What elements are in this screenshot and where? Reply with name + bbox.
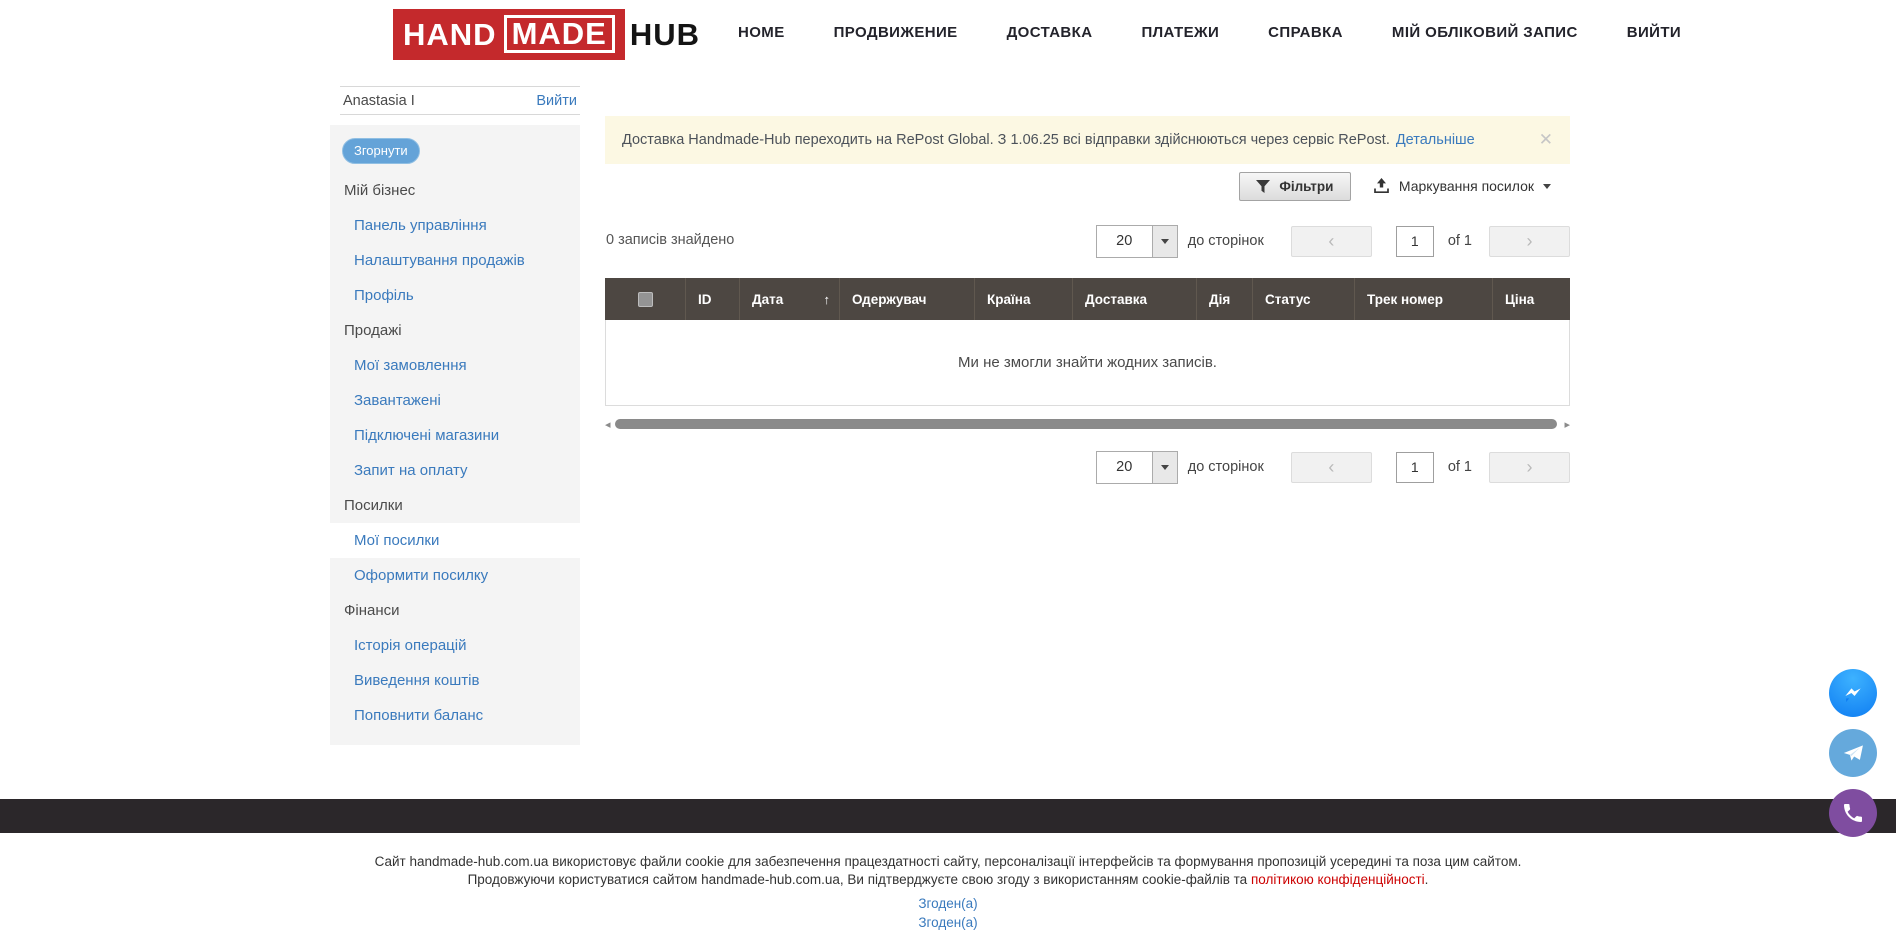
logo-red-box: HANDMADE	[393, 9, 625, 60]
next-page-button[interactable]: ›	[1489, 226, 1570, 257]
parcel-marking-label: Маркування посилок	[1399, 178, 1534, 194]
sidebar-item-top-up-balance[interactable]: Поповнити баланс	[330, 698, 580, 733]
page: HANDMADE HUB HOME ПРОДВИЖЕНИЕ ДОСТАВКА П…	[0, 0, 1896, 937]
page-number-input[interactable]	[1396, 452, 1434, 483]
scroll-right-icon[interactable]: ▸	[1564, 418, 1570, 431]
sidebar-item-payment-request[interactable]: Запит на оплату	[330, 453, 580, 488]
pagination-bottom: 20 до сторінок ‹ of 1 ›	[1096, 450, 1570, 484]
footer-dark-band	[0, 799, 1896, 833]
banner-details-link[interactable]: Детальніше	[1396, 132, 1475, 148]
chevron-down-icon[interactable]	[1152, 452, 1177, 483]
page-number-input[interactable]	[1396, 226, 1434, 257]
column-header-price[interactable]: Ціна	[1492, 278, 1570, 320]
column-header-status[interactable]: Статус	[1252, 278, 1354, 320]
per-page-value: 20	[1097, 452, 1152, 483]
upload-icon	[1373, 178, 1390, 194]
sidebar-section-sales: Продажі	[330, 313, 580, 348]
per-page-value: 20	[1097, 226, 1152, 257]
close-icon[interactable]: ✕	[1539, 130, 1553, 150]
filters-button-label: Фільтри	[1279, 179, 1333, 194]
notification-banner: Доставка Handmade-Hub переходить на RePo…	[605, 116, 1570, 164]
user-row: Anastasia I Вийти	[340, 86, 580, 115]
cookie-text-line2: Продовжуючи користуватися сайтом handmad…	[0, 871, 1896, 889]
agree-link-2[interactable]: Згоден(а)	[0, 914, 1896, 932]
sidebar-item-connected-stores[interactable]: Підключені магазини	[330, 418, 580, 453]
sidebar-section-my-business: Мій бізнес	[330, 173, 580, 208]
sidebar-item-my-orders[interactable]: Мої замовлення	[330, 348, 580, 383]
column-header-date[interactable]: Дата ↑	[739, 278, 839, 320]
sidebar-item-create-parcel[interactable]: Оформити посилку	[330, 558, 580, 593]
records-found-text: 0 записів знайдено	[606, 232, 734, 248]
collapse-sidebar-button[interactable]: Згорнути	[342, 138, 420, 164]
logout-link[interactable]: Вийти	[536, 93, 577, 109]
parcels-table-header: ID Дата ↑ Одержувач Країна Доставка Дія …	[605, 278, 1570, 320]
sidebar-item-sales-settings[interactable]: Налаштування продажів	[330, 243, 580, 278]
sidebar-item-dashboard[interactable]: Панель управління	[330, 208, 580, 243]
per-page-select[interactable]: 20	[1096, 225, 1178, 258]
column-header-track-number[interactable]: Трек номер	[1354, 278, 1492, 320]
sidebar-item-transaction-history[interactable]: Історія операцій	[330, 628, 580, 663]
chevron-down-icon[interactable]	[1152, 226, 1177, 257]
toolbar: Фільтри Маркування посилок	[605, 171, 1570, 201]
user-name: Anastasia I	[343, 93, 415, 109]
logo-hand: HAND	[403, 19, 497, 50]
messenger-button[interactable]	[1829, 669, 1877, 717]
cookie-footer: Сайт handmade-hub.com.ua використовує фа…	[0, 853, 1896, 932]
cookie-line2-suffix: .	[1425, 872, 1429, 887]
column-header-recipient[interactable]: Одержувач	[839, 278, 974, 320]
sidebar: Згорнути Мій бізнес Панель управління На…	[330, 125, 580, 745]
filter-funnel-icon	[1256, 180, 1270, 193]
sidebar-section-parcels: Посилки	[330, 488, 580, 523]
viber-phone-icon	[1841, 801, 1865, 825]
pagination-top: 20 до сторінок ‹ of 1 ›	[1096, 224, 1570, 258]
sidebar-section-finance: Фінанси	[330, 593, 580, 628]
sort-ascending-icon[interactable]: ↑	[824, 292, 831, 307]
next-page-button[interactable]: ›	[1489, 452, 1570, 483]
telegram-button[interactable]	[1829, 729, 1877, 777]
filters-button[interactable]: Фільтри	[1239, 172, 1351, 201]
column-header-delivery[interactable]: Доставка	[1072, 278, 1196, 320]
column-header-action[interactable]: Дія	[1196, 278, 1252, 320]
nav-logout[interactable]: ВИЙТИ	[1627, 24, 1681, 41]
main-content: Доставка Handmade-Hub переходить на RePo…	[605, 0, 1570, 799]
privacy-policy-link[interactable]: політикою конфіденційності	[1251, 872, 1425, 887]
per-page-select[interactable]: 20	[1096, 451, 1178, 484]
table-empty-state: Ми не змогли знайти жодних записів.	[605, 320, 1570, 406]
column-header-country[interactable]: Країна	[974, 278, 1072, 320]
scrollbar-thumb[interactable]	[615, 419, 1557, 429]
banner-text: Доставка Handmade-Hub переходить на RePo…	[622, 132, 1390, 148]
sidebar-item-my-parcels[interactable]: Мої посилки	[330, 523, 580, 558]
prev-page-button[interactable]: ‹	[1291, 452, 1372, 483]
horizontal-scrollbar: ◂ ▸	[605, 417, 1570, 433]
sidebar-menu: Мій бізнес Панель управління Налаштуванн…	[330, 173, 580, 733]
prev-page-button[interactable]: ‹	[1291, 226, 1372, 257]
table-header-checkbox-cell	[605, 278, 685, 320]
sidebar-item-uploaded[interactable]: Завантажені	[330, 383, 580, 418]
telegram-icon	[1840, 740, 1866, 766]
cookie-line2-prefix: Продовжуючи користуватися сайтом handmad…	[468, 872, 1251, 887]
messenger-icon	[1840, 680, 1866, 706]
logo-made: MADE	[504, 15, 615, 53]
cookie-text-line1: Сайт handmade-hub.com.ua використовує фа…	[0, 853, 1896, 871]
empty-message: Ми не змогли знайти жодних записів.	[958, 354, 1217, 371]
sidebar-item-profile[interactable]: Профіль	[330, 278, 580, 313]
per-page-label: до сторінок	[1188, 459, 1264, 475]
page-of-label: of 1	[1448, 459, 1472, 475]
select-all-checkbox[interactable]	[638, 292, 653, 307]
parcel-marking-dropdown[interactable]: Маркування посилок	[1373, 178, 1551, 194]
agree-link-1[interactable]: Згоден(а)	[0, 895, 1896, 913]
column-header-id[interactable]: ID	[685, 278, 739, 320]
scroll-left-icon[interactable]: ◂	[605, 418, 611, 431]
page-of-label: of 1	[1448, 233, 1472, 249]
viber-button[interactable]	[1829, 789, 1877, 837]
column-header-date-label: Дата	[752, 292, 783, 307]
per-page-label: до сторінок	[1188, 233, 1264, 249]
sidebar-item-withdraw-funds[interactable]: Виведення коштів	[330, 663, 580, 698]
chevron-down-icon	[1543, 184, 1551, 193]
